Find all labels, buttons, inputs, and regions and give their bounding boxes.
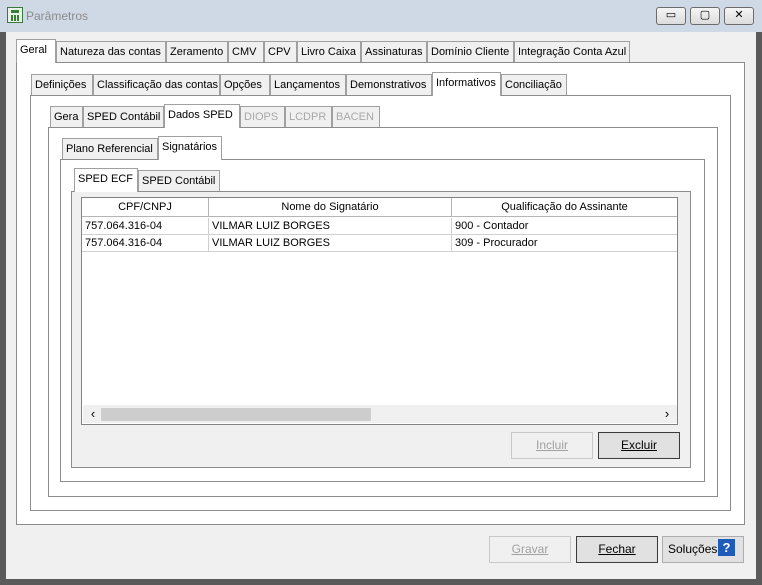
tab-bacen: BACEN: [332, 106, 380, 128]
gravar-button: Gravar: [489, 536, 571, 563]
tab-gera[interactable]: Gera: [50, 106, 83, 128]
maximize-button[interactable]: ▢: [690, 7, 720, 25]
tab-livro-caixa[interactable]: Livro Caixa: [297, 41, 361, 63]
tab-sped-contabil-signatarios[interactable]: SPED Contábil: [138, 170, 220, 192]
cell-qualificacao[interactable]: 309 - Procurador: [452, 235, 677, 252]
tab-dados-sped[interactable]: Dados SPED: [164, 104, 240, 128]
cell-qualificacao[interactable]: 900 - Contador: [452, 218, 677, 235]
incluir-button: Incluir: [511, 432, 593, 459]
tab-plano-referencial[interactable]: Plano Referencial: [62, 138, 158, 160]
tab-lancamentos[interactable]: Lançamentos: [270, 74, 346, 96]
tab-cpv[interactable]: CPV: [264, 41, 297, 63]
window-title: Parâmetros: [26, 9, 89, 23]
column-header-nome-signatario[interactable]: Nome do Signatário: [209, 198, 452, 217]
help-icon[interactable]: ?: [718, 539, 735, 556]
tab-geral[interactable]: Geral: [16, 39, 56, 63]
excluir-button[interactable]: Excluir: [598, 432, 680, 459]
tab-conciliacao[interactable]: Conciliação: [501, 74, 567, 96]
tab-demonstrativos[interactable]: Demonstrativos: [346, 74, 432, 96]
tab-definicoes[interactable]: Definições: [31, 74, 93, 96]
excluir-label: Excluir: [620, 438, 657, 452]
incluir-label: Incluir: [535, 438, 568, 452]
tab-opcoes[interactable]: Opções: [220, 74, 270, 96]
scrollbar-thumb[interactable]: [101, 408, 371, 421]
close-button[interactable]: ✕: [724, 7, 754, 25]
tab-diops: DIOPS: [240, 106, 285, 128]
tab-sped-ecf[interactable]: SPED ECF: [74, 168, 138, 192]
tab-cmv[interactable]: CMV: [228, 41, 264, 63]
tab-assinaturas[interactable]: Assinaturas: [361, 41, 427, 63]
fechar-label: Fechar: [598, 542, 636, 556]
horizontal-scrollbar[interactable]: ‹ ›: [83, 405, 677, 423]
tab-zeramento[interactable]: Zeramento: [166, 41, 228, 63]
cell-cpf[interactable]: 757.064.316-04: [82, 218, 209, 235]
tab-classificacao-das-contas[interactable]: Classificação das contas: [93, 74, 220, 96]
title-bar: Parâmetros ▭ ▢ ✕: [0, 0, 762, 32]
calculator-app-icon: [7, 7, 23, 23]
tab-natureza-das-contas[interactable]: Natureza das contas: [56, 41, 166, 63]
cell-nome[interactable]: VILMAR LUIZ BORGES: [209, 235, 452, 252]
tab-sped-contabil[interactable]: SPED Contábil: [83, 106, 164, 128]
minimize-button[interactable]: ▭: [656, 7, 686, 25]
fechar-button[interactable]: Fechar: [576, 536, 658, 563]
signatarios-grid[interactable]: CPF/CNPJ Nome do Signatário Qualificação…: [81, 197, 678, 425]
tab-signatarios[interactable]: Signatários: [158, 136, 222, 160]
scroll-right-icon[interactable]: ›: [661, 405, 673, 423]
scroll-left-icon[interactable]: ‹: [87, 405, 99, 423]
column-header-qualificacao[interactable]: Qualificação do Assinante: [452, 198, 677, 217]
solucoes-label: Soluções: [668, 542, 718, 556]
tab-lcdpr: LCDPR: [285, 106, 332, 128]
column-header-cpf-cnpj[interactable]: CPF/CNPJ: [82, 198, 209, 217]
cell-nome[interactable]: VILMAR LUIZ BORGES: [209, 218, 452, 235]
tab-dominio-cliente[interactable]: Domínio Cliente: [427, 41, 514, 63]
gravar-label: Gravar: [511, 542, 549, 556]
tab-integracao-conta-azul[interactable]: Integração Conta Azul: [514, 41, 630, 63]
cell-cpf[interactable]: 757.064.316-04: [82, 235, 209, 252]
tab-informativos[interactable]: Informativos: [432, 72, 501, 96]
